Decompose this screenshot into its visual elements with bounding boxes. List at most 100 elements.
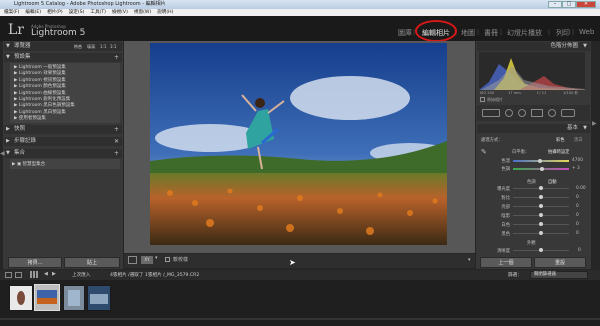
- previous-button[interactable]: 上一個: [480, 257, 532, 268]
- zoom-1-1[interactable]: 1:1: [100, 42, 106, 51]
- tone-slider-value[interactable]: 0: [576, 213, 579, 218]
- menu-view[interactable]: 檢視(V): [112, 10, 128, 15]
- tone-slider-knob[interactable]: [539, 213, 543, 217]
- menu-file[interactable]: 檔案(F): [4, 10, 19, 15]
- paste-button[interactable]: 貼上: [64, 257, 120, 268]
- tone-slider-value[interactable]: 0: [576, 195, 579, 200]
- module-slideshow[interactable]: 幻燈片播放: [507, 28, 542, 38]
- tone-slider-value[interactable]: 0: [576, 231, 579, 236]
- panel-collapse-left-icon[interactable]: ◀: [0, 150, 5, 157]
- before-after-button[interactable]: XY: [141, 256, 153, 264]
- forward-arrow-icon[interactable]: ▶: [52, 271, 56, 277]
- snapshots-header[interactable]: ▶ 快照 +: [4, 125, 122, 134]
- monitor-1-icon[interactable]: [5, 272, 12, 278]
- collections-header[interactable]: ▼ 集合 +: [4, 149, 122, 158]
- menu-help[interactable]: 說明(H): [157, 10, 173, 15]
- menu-photo[interactable]: 相片(P): [47, 10, 63, 15]
- filmstrip-source[interactable]: 上次匯入: [72, 272, 90, 278]
- soft-proof-checkbox[interactable]: [165, 257, 170, 262]
- filmstrip-thumbnail-selected[interactable]: [34, 284, 60, 311]
- clarity-label: 清晰度: [497, 249, 510, 254]
- eyedropper-icon[interactable]: ✎: [481, 148, 487, 156]
- menu-settings[interactable]: 設定(S): [69, 10, 85, 15]
- main-photo[interactable]: [150, 43, 447, 245]
- navigator-header[interactable]: ▼ 導覽器 符合 填滿 1:1 3:1: [4, 42, 122, 51]
- basic-header[interactable]: 基本 ▼: [477, 124, 590, 133]
- crop-tool-icon[interactable]: [482, 109, 500, 117]
- radial-filter-icon[interactable]: [548, 109, 556, 117]
- preset-folder-item[interactable]: ▶ Lightroom 黑白色調預設集: [14, 102, 75, 108]
- grid-view-icon[interactable]: [30, 271, 38, 278]
- tint-knob[interactable]: [540, 167, 544, 171]
- zoom-3-1[interactable]: 3:1: [110, 42, 116, 51]
- treatment-color-option[interactable]: 彩色: [556, 137, 565, 143]
- preset-folder-item[interactable]: ▶ Lightroom 效果預設集: [14, 70, 66, 76]
- preset-folder-item[interactable]: ▶ Lightroom 視訊預設集: [14, 77, 66, 83]
- add-collection-icon[interactable]: +: [114, 149, 119, 158]
- white-balance-select[interactable]: 拍攝時設定: [548, 149, 569, 155]
- tone-slider-knob[interactable]: [539, 186, 543, 190]
- preset-folder-item[interactable]: ▶ Lightroom 銳利化預設集: [14, 96, 70, 102]
- graduated-filter-icon[interactable]: [531, 109, 543, 117]
- module-map[interactable]: 地圖: [461, 28, 475, 38]
- preset-folder-item[interactable]: ▶ Lightroom 顏色預設集: [14, 83, 66, 89]
- tone-slider-knob[interactable]: [539, 231, 543, 235]
- menu-window[interactable]: 視窗(W): [134, 10, 151, 15]
- tone-slider-value[interactable]: 0: [576, 204, 579, 209]
- tone-auto-button[interactable]: 自動: [548, 179, 557, 185]
- zoom-fill[interactable]: 填滿: [87, 42, 95, 51]
- tone-slider-knob[interactable]: [539, 204, 543, 208]
- monitor-2-icon[interactable]: [15, 272, 22, 278]
- panel-collapse-right-icon[interactable]: ▶: [592, 120, 597, 127]
- close-button[interactable]: ✕: [576, 1, 596, 8]
- preset-folder-item[interactable]: ▶ Lightroom 曲線預設集: [14, 90, 66, 96]
- temp-knob[interactable]: [538, 159, 542, 163]
- tone-slider-value[interactable]: 0.00: [576, 186, 586, 191]
- filmstrip-thumbnail[interactable]: [87, 285, 111, 311]
- zoom-fit[interactable]: 符合: [74, 42, 82, 51]
- copy-button[interactable]: 拷貝...: [8, 257, 62, 268]
- filmstrip-thumbnail[interactable]: [9, 285, 33, 311]
- tone-slider-label: 陰影: [501, 214, 510, 219]
- collection-item[interactable]: ▶ ▣ 智慧型集合: [12, 161, 45, 167]
- preset-folder-item[interactable]: ▶ Lightroom 黑白預設集: [14, 109, 66, 115]
- presets-header[interactable]: ▼ 預設集 +: [4, 53, 122, 62]
- tint-value[interactable]: + 3: [572, 166, 580, 171]
- brand-product: Lightroom 5: [31, 28, 86, 38]
- loupe-view-icon[interactable]: [128, 256, 137, 264]
- add-preset-icon[interactable]: +: [114, 53, 119, 62]
- histogram-header[interactable]: 色階分佈圖 ▼: [477, 42, 590, 51]
- temp-value[interactable]: 4700: [572, 158, 583, 163]
- module-library[interactable]: 圖庫: [398, 28, 412, 38]
- preset-folder-item[interactable]: ▶ Lightroom 一般預設集: [14, 64, 66, 70]
- histogram-graph[interactable]: [479, 52, 585, 90]
- module-print[interactable]: 列印: [556, 28, 570, 38]
- preset-folder-item[interactable]: ▶ 使用者預設集: [14, 115, 46, 121]
- module-book[interactable]: 書冊: [484, 28, 498, 38]
- adjustment-brush-icon[interactable]: [561, 109, 575, 117]
- filmstrip-scrollbar[interactable]: [0, 318, 600, 320]
- menu-tools[interactable]: 工具(T): [90, 10, 106, 15]
- reset-button[interactable]: 重設: [534, 257, 586, 268]
- spot-removal-icon[interactable]: [505, 109, 513, 117]
- treatment-bw-option[interactable]: 黑白: [574, 137, 583, 143]
- red-eye-icon[interactable]: [518, 109, 526, 117]
- maximize-button[interactable]: □: [562, 1, 576, 8]
- minimize-button[interactable]: –: [548, 1, 562, 8]
- history-header[interactable]: ▶ 步驟記錄 ✕: [4, 137, 122, 146]
- dropdown-arrow-icon[interactable]: ▾: [155, 255, 158, 261]
- clarity-knob[interactable]: [539, 248, 543, 252]
- filmstrip-thumbnail[interactable]: [63, 285, 85, 311]
- filter-select[interactable]: 關閉篩選器: [530, 271, 588, 279]
- original-photo-checkbox[interactable]: [480, 97, 485, 102]
- tone-slider-knob[interactable]: [539, 222, 543, 226]
- tone-slider-value[interactable]: 0: [576, 222, 579, 227]
- clarity-value[interactable]: 0: [578, 248, 581, 253]
- toolbar-menu-icon[interactable]: ▾: [468, 257, 471, 263]
- back-arrow-icon[interactable]: ◀: [44, 271, 48, 277]
- tone-slider-knob[interactable]: [539, 195, 543, 199]
- clear-history-icon[interactable]: ✕: [114, 137, 119, 146]
- module-web[interactable]: Web: [579, 28, 594, 36]
- menu-edit[interactable]: 編輯(E): [25, 10, 41, 15]
- add-snapshot-icon[interactable]: +: [114, 125, 119, 134]
